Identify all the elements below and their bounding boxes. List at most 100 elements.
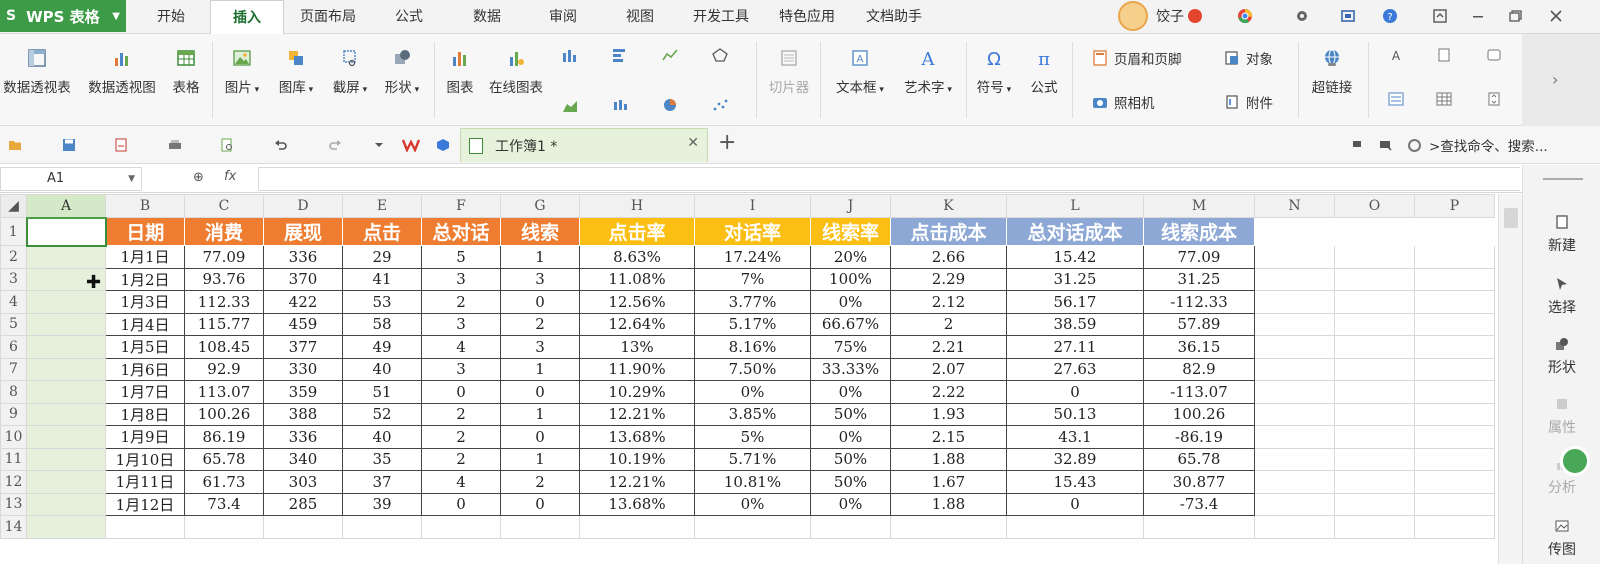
data-cell[interactable]: 12.21% <box>579 470 695 494</box>
table-header-cell[interactable]: 线索率 <box>810 217 891 246</box>
online-chart-button[interactable]: 在线图表 <box>484 48 548 96</box>
data-cell[interactable]: 3 <box>421 312 501 336</box>
data-cell[interactable]: 459 <box>263 312 343 336</box>
data-cell[interactable]: 31.25 <box>1006 267 1144 291</box>
row-header[interactable]: 3 <box>0 267 27 291</box>
data-cell[interactable]: 53 <box>342 290 422 314</box>
column-header[interactable]: A <box>26 194 106 219</box>
data-cell[interactable]: 1.93 <box>890 402 1007 426</box>
data-cell[interactable]: 43.1 <box>1006 425 1144 449</box>
data-cell[interactable]: 11.08% <box>579 267 695 291</box>
selected-column-cell[interactable] <box>26 357 106 381</box>
tab-review[interactable]: 审阅 <box>528 0 598 34</box>
empty-cell[interactable] <box>1334 290 1415 314</box>
data-cell[interactable]: 0% <box>810 380 891 404</box>
column-header[interactable]: P <box>1414 194 1495 218</box>
pin-icon[interactable] <box>1350 138 1364 152</box>
empty-cell[interactable] <box>342 515 422 539</box>
empty-cell[interactable] <box>184 515 264 539</box>
data-cell[interactable]: 100.26 <box>1143 402 1255 426</box>
data-cell[interactable]: 35 <box>342 447 422 471</box>
data-cell[interactable]: 7% <box>694 267 811 291</box>
spreadsheet-grid[interactable]: ◢ A B C D E F G H I J K L M N O P 1 日期 消… <box>0 194 1498 564</box>
data-cell[interactable]: 37 <box>342 470 422 494</box>
row-header[interactable]: 12 <box>0 470 27 494</box>
empty-cell[interactable] <box>1254 470 1335 494</box>
help-icon[interactable]: ? <box>1382 8 1398 24</box>
column-header[interactable]: O <box>1334 194 1415 218</box>
data-cell[interactable]: 13% <box>579 335 695 359</box>
data-cell[interactable]: 2.07 <box>890 357 1007 381</box>
data-cell[interactable]: 0% <box>694 380 811 404</box>
tab-page-layout[interactable]: 页面布局 <box>284 0 372 34</box>
redo-icon[interactable] <box>328 138 342 152</box>
empty-cell[interactable] <box>1414 515 1495 539</box>
empty-cell[interactable] <box>1254 447 1335 471</box>
print-icon[interactable] <box>168 138 182 152</box>
data-cell[interactable]: 75% <box>810 335 891 359</box>
empty-cell[interactable] <box>1334 447 1415 471</box>
table-header-cell[interactable]: 日期 <box>105 217 185 246</box>
data-cell[interactable]: 370 <box>263 267 343 291</box>
data-cell[interactable]: -112.33 <box>1143 290 1255 314</box>
chrome-icon[interactable] <box>1237 8 1253 24</box>
table-header-cell[interactable]: 点击成本 <box>890 217 1007 246</box>
column-header[interactable]: H <box>579 194 695 218</box>
data-cell[interactable]: 56.17 <box>1006 290 1144 314</box>
data-cell[interactable]: 65.78 <box>1143 447 1255 471</box>
data-cell[interactable]: 0 <box>500 380 580 404</box>
data-cell[interactable]: 12.56% <box>579 290 695 314</box>
row-header[interactable]: 7 <box>0 357 27 381</box>
data-cell[interactable]: 1月1日 <box>105 245 185 269</box>
data-cell[interactable]: 303 <box>263 470 343 494</box>
new-tab-button[interactable]: + <box>718 130 736 155</box>
data-cell[interactable]: 20% <box>810 245 891 269</box>
data-cell[interactable]: 0% <box>810 425 891 449</box>
row-header[interactable]: 10 <box>0 425 27 449</box>
data-cell[interactable]: 92.9 <box>184 357 264 381</box>
data-cell[interactable]: 5 <box>421 245 501 269</box>
fx-icon[interactable]: fx <box>224 169 236 184</box>
column-header[interactable]: B <box>105 194 185 218</box>
data-cell[interactable]: 10.81% <box>694 470 811 494</box>
selected-column-cell[interactable] <box>26 290 106 314</box>
empty-cell[interactable] <box>1334 470 1415 494</box>
data-cell[interactable]: 2 <box>500 312 580 336</box>
data-cell[interactable]: 40 <box>342 425 422 449</box>
selected-column-cell[interactable] <box>26 515 106 539</box>
cube-icon[interactable] <box>436 138 450 152</box>
row-header[interactable]: 5 <box>0 312 27 336</box>
empty-cell[interactable] <box>1334 357 1415 381</box>
selected-column-cell[interactable] <box>26 312 106 336</box>
data-cell[interactable]: 2 <box>500 470 580 494</box>
data-cell[interactable]: 2.22 <box>890 380 1007 404</box>
data-cell[interactable]: 0% <box>810 290 891 314</box>
document-tab[interactable]: 工作簿1 * ✕ <box>460 128 708 162</box>
empty-cell[interactable] <box>263 515 343 539</box>
customize-dropdown-icon[interactable] <box>372 138 386 152</box>
chart-button[interactable]: 图表 <box>442 48 478 96</box>
task-pane-new[interactable]: 新建 <box>1523 215 1600 255</box>
data-cell[interactable]: 0 <box>500 290 580 314</box>
empty-cell[interactable] <box>1414 335 1495 359</box>
vertical-scrollbar[interactable] <box>1498 194 1522 564</box>
data-cell[interactable]: 66.67% <box>810 312 891 336</box>
data-cell[interactable]: 50% <box>810 470 891 494</box>
empty-cell[interactable] <box>694 515 811 539</box>
data-cell[interactable]: 29 <box>342 245 422 269</box>
tab-doc-assistant[interactable]: 文档助手 <box>856 0 932 34</box>
empty-cell[interactable] <box>1414 290 1495 314</box>
data-cell[interactable]: 2.15 <box>890 425 1007 449</box>
empty-cell[interactable] <box>1414 470 1495 494</box>
data-cell[interactable]: 51 <box>342 380 422 404</box>
table-header-cell[interactable]: 点击 <box>342 217 422 246</box>
data-cell[interactable]: 15.42 <box>1006 245 1144 269</box>
empty-cell[interactable] <box>1414 447 1495 471</box>
empty-cell[interactable] <box>890 515 1007 539</box>
data-cell[interactable]: 31.25 <box>1143 267 1255 291</box>
data-cell[interactable]: 5.17% <box>694 312 811 336</box>
data-cell[interactable]: 100.26 <box>184 402 264 426</box>
undo-icon[interactable] <box>274 138 288 152</box>
empty-cell[interactable] <box>1334 492 1415 516</box>
selected-column-cell[interactable] <box>26 447 106 471</box>
